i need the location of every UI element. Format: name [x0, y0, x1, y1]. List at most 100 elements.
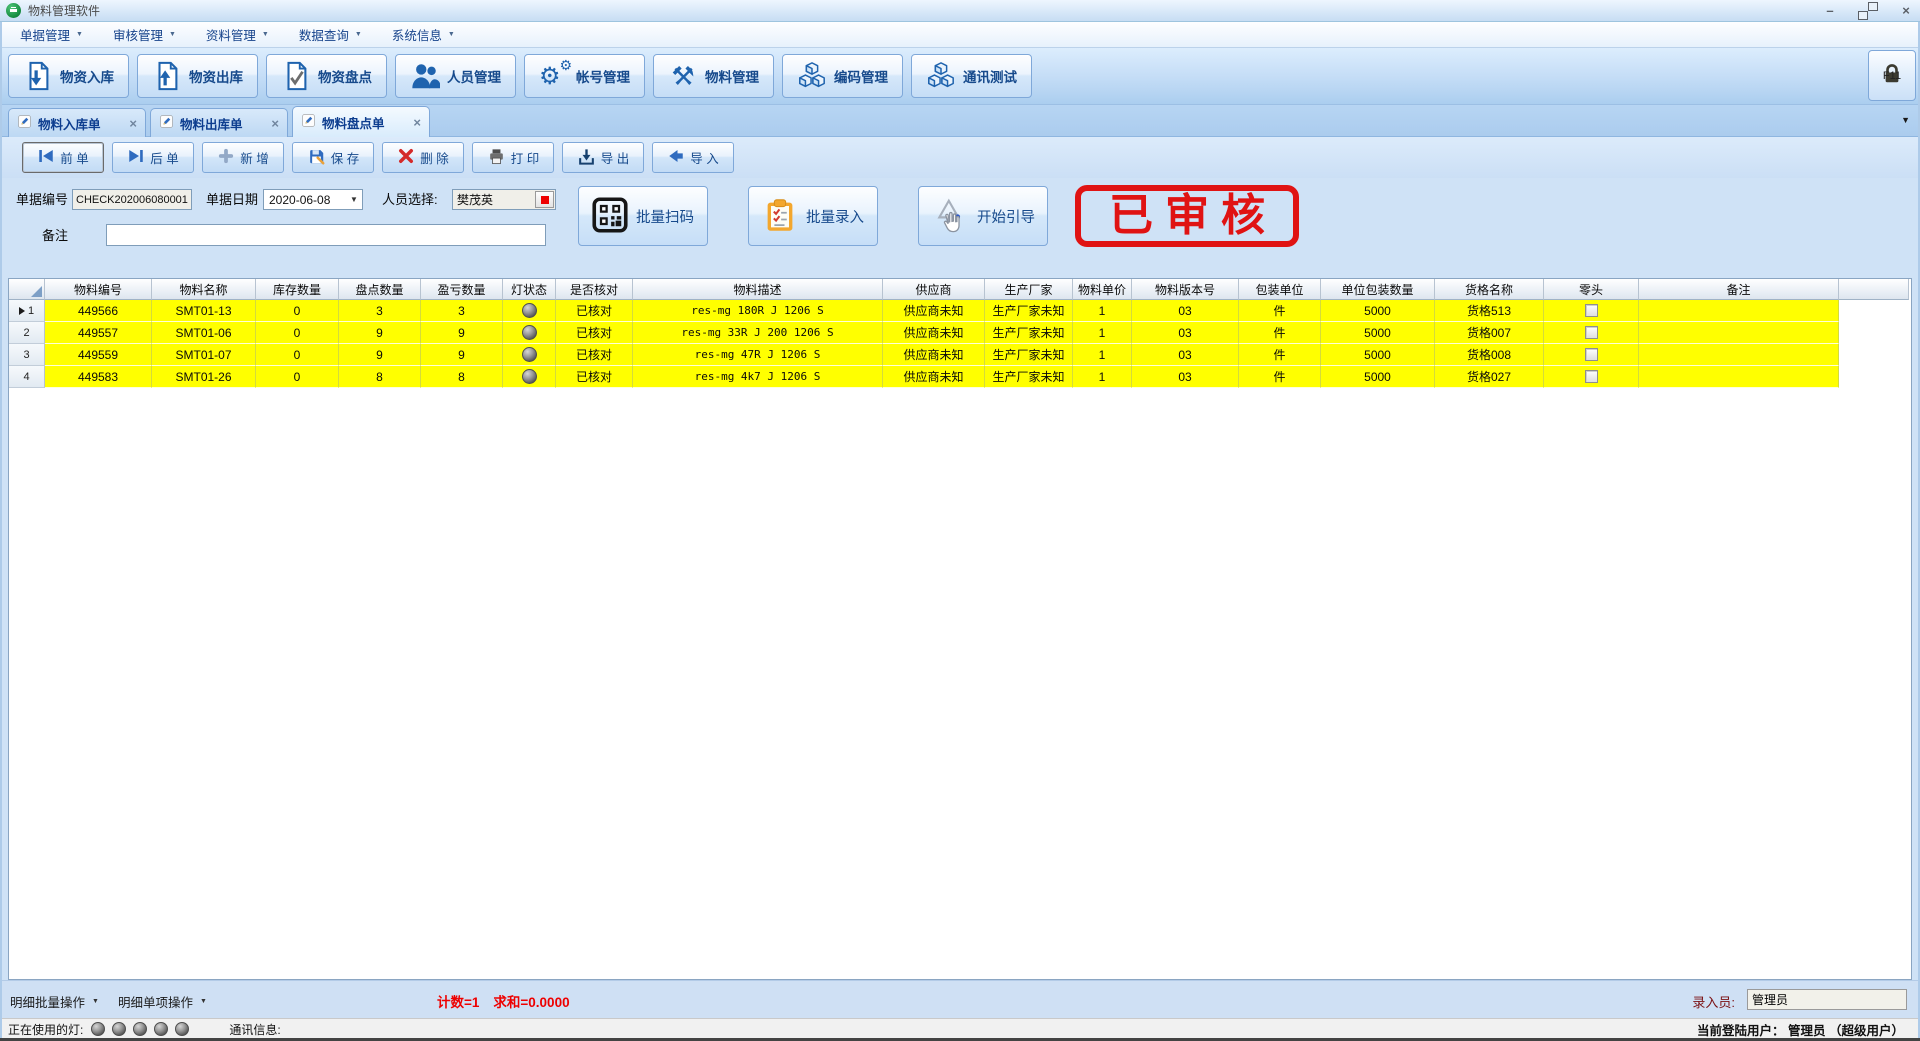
cell-pack-qty[interactable]: 5000 [1321, 300, 1435, 322]
toolbar-button-material-out[interactable]: 物资出库 [137, 54, 258, 98]
toolbar-button-material-in[interactable]: 物资入库 [8, 54, 129, 98]
column-header-stock-qty[interactable]: 库存数量 [256, 279, 339, 300]
cell-material-code[interactable]: 449557 [45, 322, 152, 344]
cell-material-name[interactable]: SMT01-06 [152, 322, 256, 344]
minimize-button[interactable]: – [1822, 3, 1838, 19]
cell-supplier[interactable]: 供应商未知 [883, 344, 985, 366]
column-header-supplier[interactable]: 供应商 [883, 279, 985, 300]
cell-stock-qty[interactable]: 0 [256, 322, 339, 344]
cell-material-desc[interactable]: res-mg 4k7 J 1206 S [633, 366, 883, 388]
row-indicator[interactable]: 1 [9, 300, 45, 322]
column-header-light-status[interactable]: 灯状态 [503, 279, 556, 300]
cell-unit-price[interactable]: 1 [1073, 344, 1132, 366]
cell-odd[interactable] [1544, 344, 1639, 366]
cell-odd[interactable] [1544, 300, 1639, 322]
cell-check-qty[interactable]: 3 [339, 300, 421, 322]
cell-version[interactable]: 03 [1132, 300, 1239, 322]
odd-checkbox[interactable] [1585, 326, 1598, 339]
cell-profit-loss-qty[interactable]: 9 [421, 322, 503, 344]
cell-verified[interactable]: 已核对 [556, 322, 633, 344]
odd-checkbox[interactable] [1585, 348, 1598, 361]
cell-shelf-name[interactable]: 货格007 [1435, 322, 1544, 344]
cell-stock-qty[interactable]: 0 [256, 300, 339, 322]
cell-material-code[interactable]: 449559 [45, 344, 152, 366]
cell-light-status[interactable] [503, 344, 556, 366]
row-indicator[interactable]: 2 [9, 322, 45, 344]
column-header-pack-qty[interactable]: 单位包装数量 [1321, 279, 1435, 300]
cell-pack-unit[interactable]: 件 [1239, 322, 1321, 344]
cell-supplier[interactable]: 供应商未知 [883, 300, 985, 322]
cell-odd[interactable] [1544, 322, 1639, 344]
cell-blank[interactable] [1839, 366, 1909, 388]
cell-check-qty[interactable]: 9 [339, 322, 421, 344]
cell-light-status[interactable] [503, 300, 556, 322]
cell-stock-qty[interactable]: 0 [256, 366, 339, 388]
menu-item-archive-management[interactable]: 资料管理▼ [198, 22, 277, 47]
action-button-add-new[interactable]: 新 增 [202, 142, 284, 173]
cell-material-desc[interactable]: res-mg 33R J 200 1206 S [633, 322, 883, 344]
toolbar-button-coding[interactable]: 编码管理 [782, 54, 903, 98]
cell-blank[interactable] [1839, 300, 1909, 322]
action-button-import[interactable]: 导 入 [652, 142, 734, 173]
cell-light-status[interactable] [503, 366, 556, 388]
cell-pack-qty[interactable]: 5000 [1321, 322, 1435, 344]
cell-profit-loss-qty[interactable]: 9 [421, 344, 503, 366]
cell-verified[interactable]: 已核对 [556, 344, 633, 366]
cell-material-code[interactable]: 449566 [45, 300, 152, 322]
tab-close-icon[interactable]: × [413, 115, 421, 130]
tab-close-icon[interactable]: × [129, 116, 137, 131]
tab-close-icon[interactable]: × [271, 116, 279, 131]
toolbar-button-account[interactable]: ⚙⚙帐号管理 [524, 54, 645, 98]
action-button-print[interactable]: 打 印 [472, 142, 554, 173]
cell-material-name[interactable]: SMT01-13 [152, 300, 256, 322]
row-indicator[interactable]: 3 [9, 344, 45, 366]
action-button-save[interactable]: 保 存 [292, 142, 374, 173]
column-header-material-desc[interactable]: 物料描述 [633, 279, 883, 300]
cell-supplier[interactable]: 供应商未知 [883, 366, 985, 388]
cell-version[interactable]: 03 [1132, 366, 1239, 388]
cell-pack-unit[interactable]: 件 [1239, 366, 1321, 388]
cell-pack-qty[interactable]: 5000 [1321, 366, 1435, 388]
cell-unit-price[interactable]: 1 [1073, 300, 1132, 322]
toolbar-button-personnel[interactable]: 人员管理 [395, 54, 516, 98]
cell-shelf-name[interactable]: 货格008 [1435, 344, 1544, 366]
column-header-manufacturer[interactable]: 生产厂家 [985, 279, 1073, 300]
column-header-pack-unit[interactable]: 包装单位 [1239, 279, 1321, 300]
cell-pack-unit[interactable]: 件 [1239, 300, 1321, 322]
cell-manufacturer[interactable]: 生产厂家未知 [985, 322, 1073, 344]
cell-shelf-name[interactable]: 货格513 [1435, 300, 1544, 322]
cell-remark[interactable] [1639, 344, 1839, 366]
column-header-blank[interactable] [1839, 279, 1909, 300]
recorder-input[interactable] [1747, 989, 1907, 1010]
action-button-export[interactable]: 导 出 [562, 142, 644, 173]
cell-stock-qty[interactable]: 0 [256, 344, 339, 366]
cell-material-desc[interactable]: res-mg 47R J 1206 S [633, 344, 883, 366]
column-header-shelf-name[interactable]: 货格名称 [1435, 279, 1544, 300]
quick-button-batch-scan[interactable]: 批量扫码 [578, 186, 708, 246]
cell-unit-price[interactable]: 1 [1073, 322, 1132, 344]
cell-odd[interactable] [1544, 366, 1639, 388]
menu-item-data-query[interactable]: 数据查询▼ [291, 22, 370, 47]
cell-material-code[interactable]: 449583 [45, 366, 152, 388]
cell-version[interactable]: 03 [1132, 322, 1239, 344]
cell-manufacturer[interactable]: 生产厂家未知 [985, 300, 1073, 322]
quick-button-batch-entry[interactable]: 批量录入 [748, 186, 878, 246]
bill-date-select[interactable]: 2020-06-08 ▼ [263, 189, 363, 210]
odd-checkbox[interactable] [1585, 304, 1598, 317]
action-button-delete[interactable]: 删 除 [382, 142, 464, 173]
close-button[interactable]: × [1898, 3, 1914, 19]
cell-shelf-name[interactable]: 货格027 [1435, 366, 1544, 388]
tab-outbound-bill[interactable]: 物料出库单× [150, 108, 288, 137]
bill-no-input[interactable] [72, 189, 192, 210]
row-indicator[interactable]: 4 [9, 366, 45, 388]
quick-button-start-guide[interactable]: 开始引导 [918, 186, 1048, 246]
tab-overflow-caret-icon[interactable]: ▼ [1901, 115, 1910, 125]
menu-item-bill-management[interactable]: 单据管理▼ [12, 22, 91, 47]
cell-profit-loss-qty[interactable]: 3 [421, 300, 503, 322]
remark-input[interactable] [106, 224, 546, 246]
column-header-verified[interactable]: 是否核对 [556, 279, 633, 300]
cell-remark[interactable] [1639, 322, 1839, 344]
cell-check-qty[interactable]: 9 [339, 344, 421, 366]
cell-blank[interactable] [1839, 322, 1909, 344]
toolbar-button-comm-test[interactable]: 通讯测试 [911, 54, 1032, 98]
